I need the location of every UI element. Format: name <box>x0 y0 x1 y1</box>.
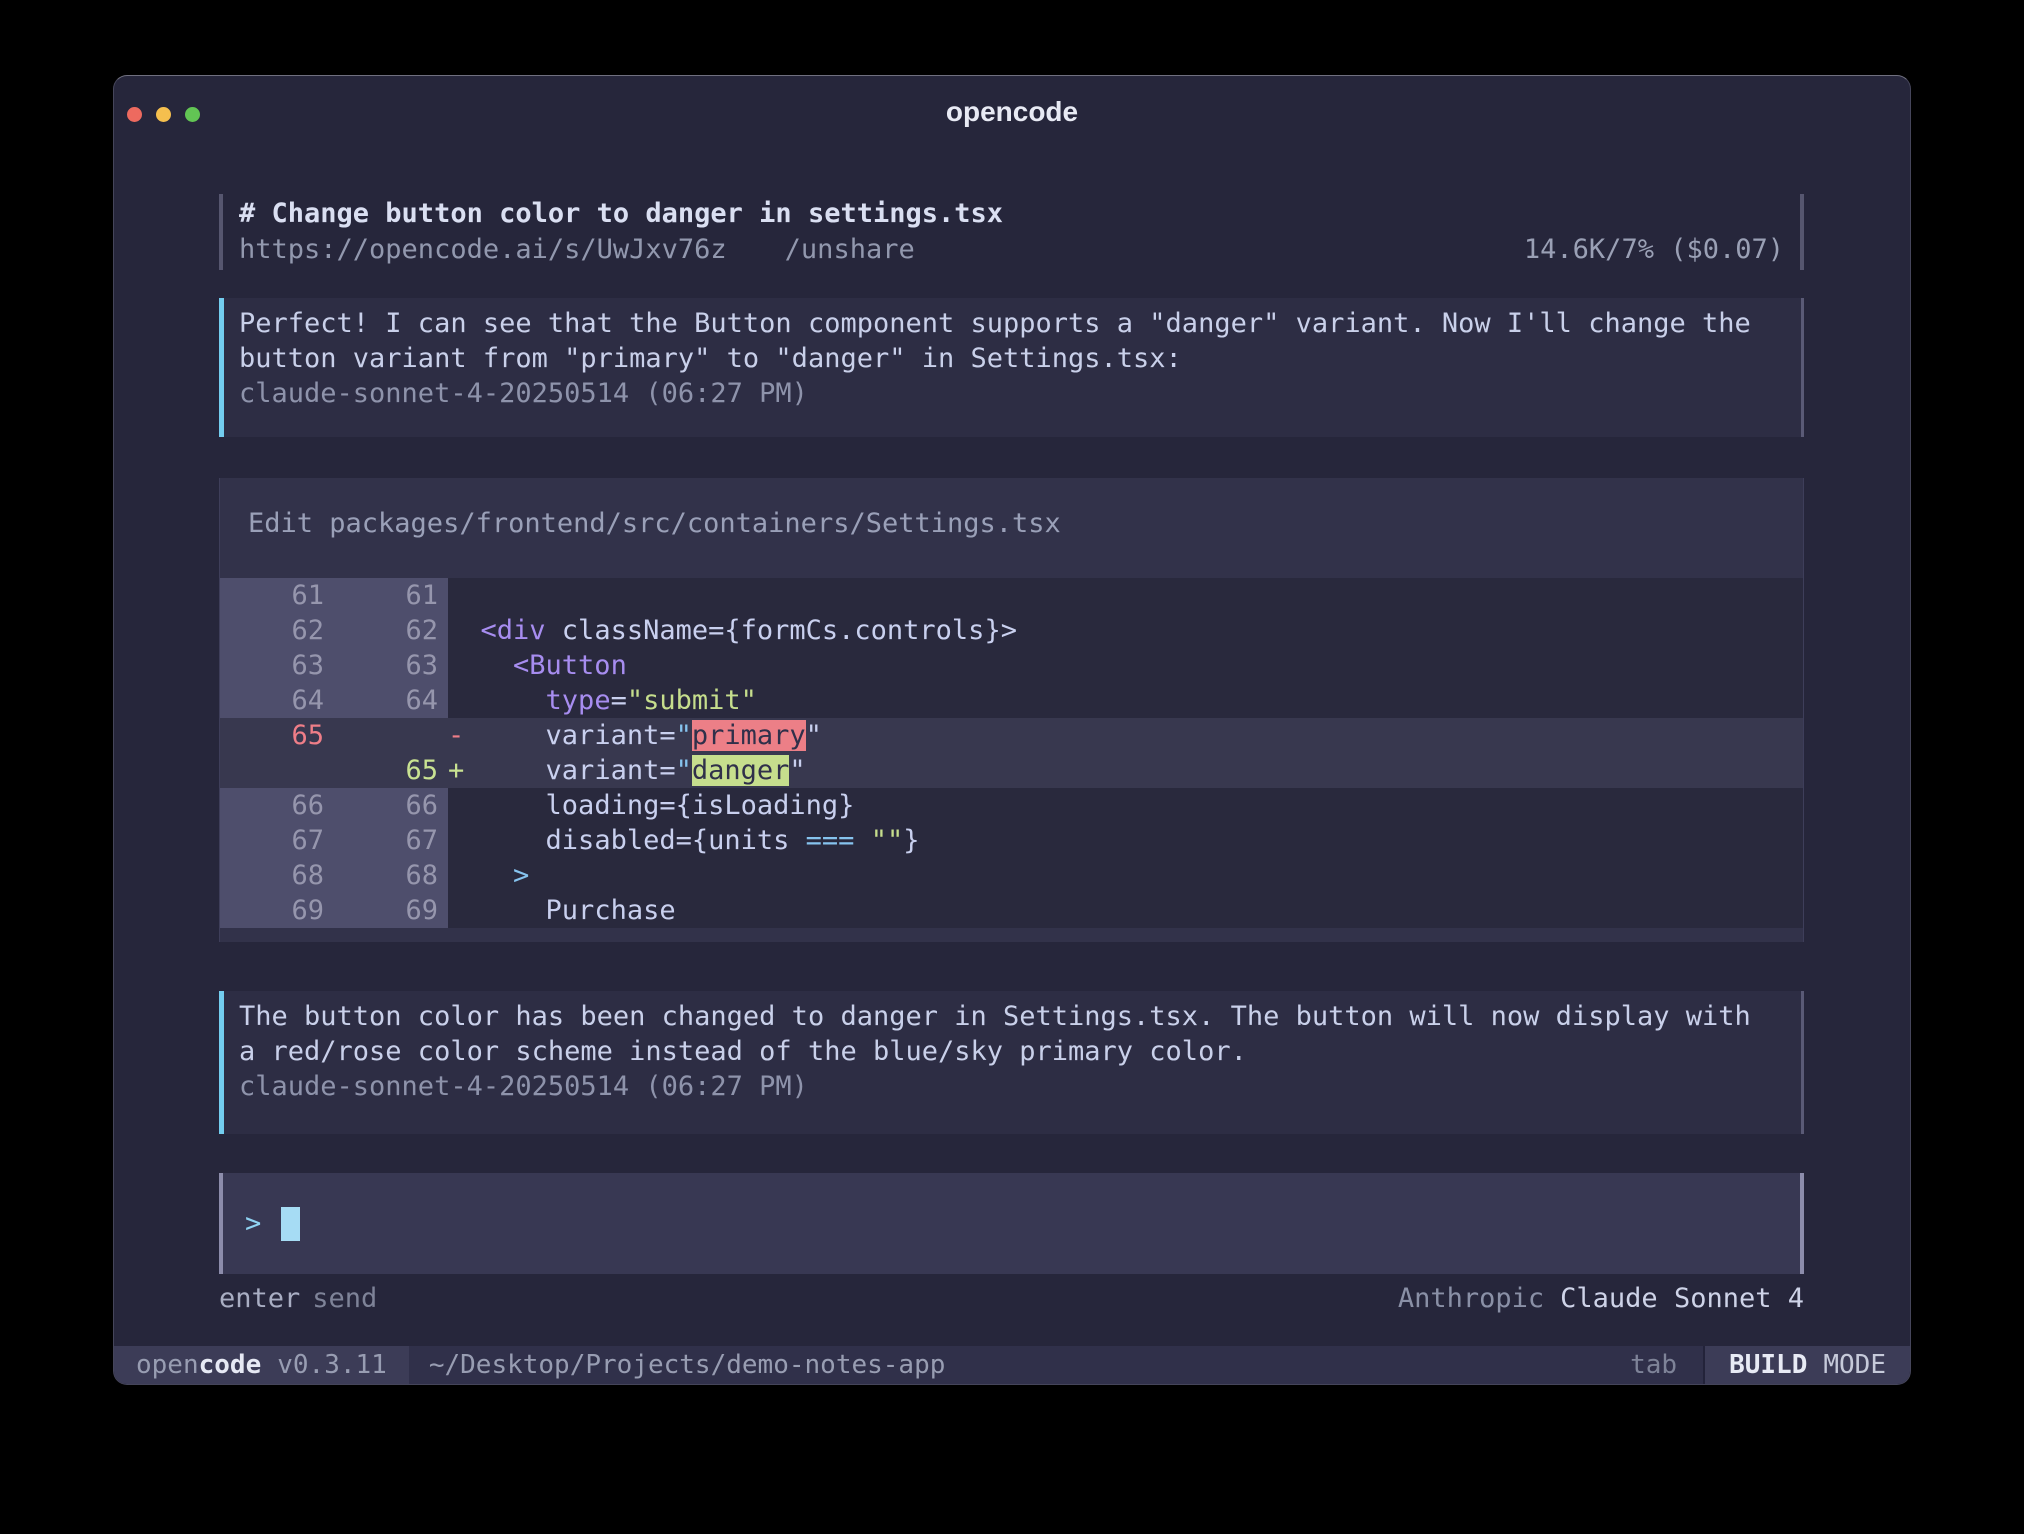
diff-old-lineno: 62 <box>220 613 334 648</box>
diff-new-lineno: 64 <box>334 683 448 718</box>
opencode-window: opencode # Change button color to danger… <box>113 75 1911 1385</box>
diff-new-lineno: 67 <box>334 823 448 858</box>
session-header: # Change button color to danger in setti… <box>219 194 1804 270</box>
diff-code-line: Purchase <box>448 893 1803 928</box>
message-line: Perfect! I can see that the Button compo… <box>239 306 1785 341</box>
session-title: # Change button color to danger in setti… <box>239 198 1003 229</box>
assistant-message-1: Perfect! I can see that the Button compo… <box>219 298 1804 437</box>
diff-code-line: + variant="danger" <box>448 753 1803 788</box>
assistant-message-2: The button color has been changed to dan… <box>219 991 1804 1134</box>
text-cursor <box>281 1207 300 1241</box>
diff-new-lineno <box>334 718 448 753</box>
mode-word: MODE <box>1823 1350 1886 1380</box>
diff-code-line: type="submit" <box>448 683 1803 718</box>
diff-old-lineno <box>220 753 334 788</box>
diff-old-lineno: 61 <box>220 578 334 613</box>
diff-old-lineno: 68 <box>220 858 334 893</box>
diff-row: 6969 Purchase <box>220 893 1803 928</box>
diff-old-lineno: 69 <box>220 893 334 928</box>
message-line: button variant from "primary" to "danger… <box>239 341 1785 376</box>
diff-new-lineno: 68 <box>334 858 448 893</box>
diff-row: 6363 <Button <box>220 648 1803 683</box>
hint-row: enter send Anthropic Claude Sonnet 4 <box>219 1281 1804 1317</box>
diff-old-lineno: 63 <box>220 648 334 683</box>
model-timestamp: claude-sonnet-4-20250514 (06:27 PM) <box>239 376 1785 411</box>
model-timestamp: claude-sonnet-4-20250514 (06:27 PM) <box>239 1069 1785 1104</box>
edit-tool-card: Edit packages/frontend/src/containers/Se… <box>219 478 1804 942</box>
app-name-code: code <box>199 1350 262 1380</box>
diff-file-header: Edit packages/frontend/src/containers/Se… <box>220 506 1803 541</box>
share-url: https://opencode.ai/s/UwJxv76z <box>239 234 727 265</box>
diff-row: 6262 <div className={formCs.controls}> <box>220 613 1803 648</box>
prompt-input[interactable]: > <box>219 1173 1804 1274</box>
message-line: The button color has been changed to dan… <box>239 999 1785 1034</box>
diff-code-line: > <box>448 858 1803 893</box>
message-line: a red/rose color scheme instead of the b… <box>239 1034 1785 1069</box>
app-name-open: open <box>136 1350 199 1380</box>
diff-old-lineno: 64 <box>220 683 334 718</box>
diff-code-line: - variant="primary" <box>448 718 1803 753</box>
diff-new-lineno: 61 <box>334 578 448 613</box>
mode-chip: BUILD MODE <box>1703 1346 1910 1384</box>
titlebar: opencode <box>114 76 1910 140</box>
diff-row: 6666 loading={isLoading} <box>220 788 1803 823</box>
send-action-hint: send <box>312 1283 377 1314</box>
tab-key-hint[interactable]: tab <box>1630 1346 1677 1384</box>
diff-code-line <box>448 578 1803 613</box>
diff-code-line: <Button <box>448 648 1803 683</box>
diff-new-lineno: 66 <box>334 788 448 823</box>
diff-code-line: loading={isLoading} <box>448 788 1803 823</box>
prompt-symbol: > <box>245 1208 261 1239</box>
working-directory: ~/Desktop/Projects/demo-notes-app <box>429 1346 1630 1384</box>
diff-code-line: <div className={formCs.controls}> <box>448 613 1803 648</box>
model-label: Claude Sonnet 4 <box>1560 1283 1804 1314</box>
diff-table: 61616262 <div className={formCs.controls… <box>220 578 1803 928</box>
diff-row: 6767 disabled={units === ""} <box>220 823 1803 858</box>
diff-new-lineno: 65 <box>334 753 448 788</box>
diff-old-lineno: 66 <box>220 788 334 823</box>
mode-name: BUILD <box>1729 1350 1807 1380</box>
diff-row: 6161 <box>220 578 1803 613</box>
diff-new-lineno: 69 <box>334 893 448 928</box>
app-version: v0.3.11 <box>277 1350 387 1380</box>
diff-old-lineno: 67 <box>220 823 334 858</box>
diff-row: 6868 > <box>220 858 1803 893</box>
unshare-command: /unshare <box>785 234 915 265</box>
app-version-chip: opencode v0.3.11 <box>114 1346 409 1384</box>
diff-row: 65+ variant="danger" <box>220 753 1803 788</box>
diff-old-lineno: 65 <box>220 718 334 753</box>
context-stats: 14.6K/7% ($0.07) <box>1524 232 1784 268</box>
diff-new-lineno: 62 <box>334 613 448 648</box>
provider-label: Anthropic <box>1398 1283 1544 1314</box>
diff-row: 65 - variant="primary" <box>220 718 1803 753</box>
window-title: opencode <box>114 76 1910 140</box>
diff-row: 6464 type="submit" <box>220 683 1803 718</box>
status-bar: opencode v0.3.11 ~/Desktop/Projects/demo-… <box>114 1346 1910 1384</box>
enter-key-hint: enter <box>219 1283 300 1314</box>
diff-new-lineno: 63 <box>334 648 448 683</box>
diff-code-line: disabled={units === ""} <box>448 823 1803 858</box>
